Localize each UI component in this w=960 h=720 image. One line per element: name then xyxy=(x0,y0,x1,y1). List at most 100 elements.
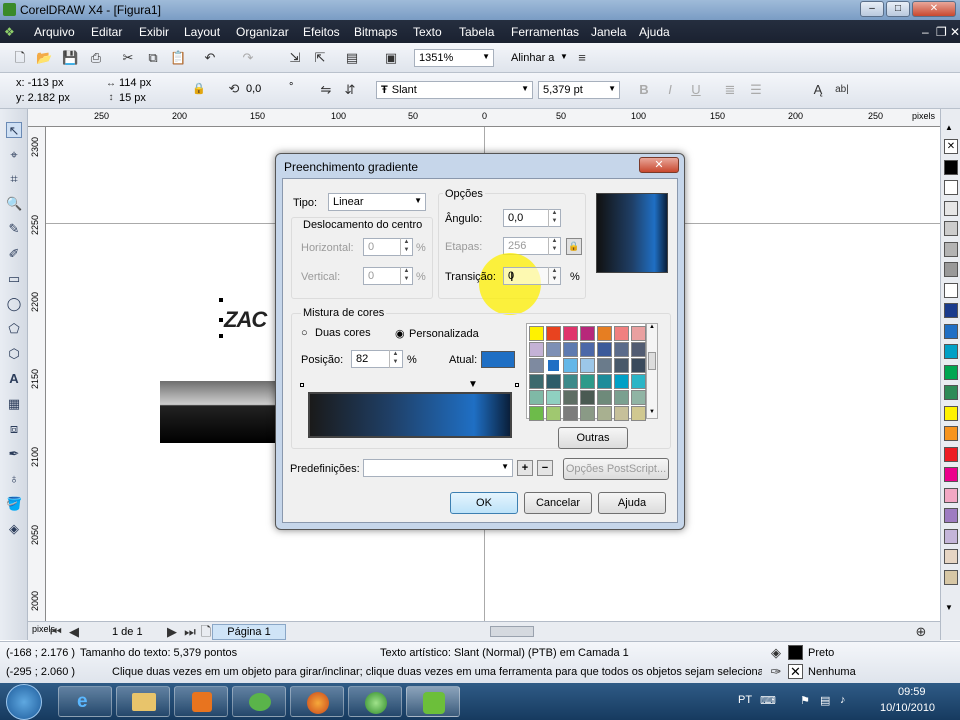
palette-scroll-down-icon[interactable]: ▼ xyxy=(945,603,953,612)
mini-palette-swatch[interactable] xyxy=(597,326,612,341)
font-size-select[interactable]: 5,379 pt ▼ xyxy=(538,81,620,99)
palette-swatch[interactable] xyxy=(944,344,958,359)
mini-palette-swatch[interactable] xyxy=(580,326,595,341)
mini-palette-swatch[interactable] xyxy=(529,358,544,373)
save-icon[interactable]: 💾 xyxy=(62,50,78,66)
network-icon[interactable]: ▤ xyxy=(820,694,830,707)
clock-date[interactable]: 10/10/2010 xyxy=(880,702,935,714)
height-field[interactable]: 15 px xyxy=(115,90,185,108)
menu-organizar[interactable]: Organizar xyxy=(236,25,289,39)
palette-swatch[interactable] xyxy=(944,426,958,441)
two-color-label[interactable]: Duas cores xyxy=(315,327,371,339)
palette-swatch[interactable] xyxy=(944,569,958,585)
custom-radio-icon[interactable]: ◉ xyxy=(395,327,405,340)
palette-swatch[interactable] xyxy=(944,528,958,544)
palette-swatch[interactable] xyxy=(944,180,958,195)
palette-swatch[interactable] xyxy=(944,241,958,257)
menu-editar[interactable]: Editar xyxy=(91,25,122,39)
mini-palette-swatch[interactable] xyxy=(529,326,544,341)
gradient-band[interactable] xyxy=(308,392,512,438)
new-icon[interactable]: 🗋 xyxy=(12,50,28,66)
options-icon[interactable]: ≡ xyxy=(574,50,590,66)
pick-tool-icon[interactable]: ↖ xyxy=(6,122,22,138)
mini-palette-swatch[interactable] xyxy=(563,358,578,373)
vertical-ruler[interactable]: 2300 2250 2200 2150 2100 2050 2000 xyxy=(28,127,46,621)
doc-minimize-icon[interactable]: – xyxy=(922,25,929,39)
outline-swatch[interactable]: ✕ xyxy=(788,664,803,679)
mini-palette-swatch[interactable] xyxy=(631,326,646,341)
flag-icon[interactable]: ⚑ xyxy=(800,694,810,707)
export-icon[interactable]: ⇱ xyxy=(312,50,328,66)
align-to-dropdown-icon[interactable]: ▼ xyxy=(560,52,568,61)
character-format-icon[interactable]: Ą xyxy=(810,82,826,98)
maximize-button[interactable]: □ xyxy=(886,1,910,17)
mini-palette-swatch[interactable] xyxy=(529,390,544,405)
fill-swatch[interactable] xyxy=(788,645,803,660)
mini-palette-swatch[interactable] xyxy=(614,358,629,373)
menu-exibir[interactable]: Exibir xyxy=(139,25,169,39)
palette-swatch[interactable] xyxy=(944,323,958,339)
bold-icon[interactable]: B xyxy=(636,82,652,98)
prev-page-icon[interactable]: ◀ xyxy=(66,624,82,640)
mini-palette-swatch[interactable] xyxy=(597,342,612,357)
coreldraw-taskbar-icon[interactable] xyxy=(406,686,460,717)
others-button[interactable]: Outras xyxy=(558,427,628,449)
mini-palette-swatch[interactable] xyxy=(597,358,612,373)
start-button[interactable] xyxy=(6,684,42,720)
mini-palette-swatch[interactable] xyxy=(597,406,612,421)
welcome-screen-icon[interactable]: ▣ xyxy=(383,50,399,66)
eyedropper-icon[interactable]: ✒ xyxy=(6,446,22,462)
mini-palette-swatch[interactable] xyxy=(529,342,544,357)
ok-button[interactable]: OK xyxy=(450,492,518,514)
end-color-marker[interactable] xyxy=(515,383,519,387)
freehand-tool-icon[interactable]: ✎ xyxy=(6,221,22,237)
palette-swatch[interactable] xyxy=(944,364,958,380)
palette-swatch[interactable] xyxy=(944,549,958,564)
mini-palette-scrollbar[interactable]: ▲ ▼ xyxy=(646,323,658,419)
mini-palette-swatch[interactable] xyxy=(631,374,646,389)
mini-palette-swatch[interactable] xyxy=(614,374,629,389)
ellipse-tool-icon[interactable]: ◯ xyxy=(6,296,22,312)
angle-spinner-icon[interactable]: ▲ ▼ xyxy=(548,209,560,227)
mini-palette-swatch[interactable] xyxy=(563,342,578,357)
messenger-taskbar-icon[interactable] xyxy=(232,686,286,717)
rotation-angle-field[interactable]: 0,0 xyxy=(242,81,286,99)
mini-palette-swatch[interactable] xyxy=(631,406,646,421)
mini-palette-swatch[interactable] xyxy=(580,358,595,373)
two-color-radio-icon[interactable]: ○ xyxy=(301,327,308,339)
next-page-icon[interactable]: ▶ xyxy=(164,624,180,640)
text-align-icon[interactable]: ≣ xyxy=(722,82,738,98)
undo-icon[interactable]: ↶ xyxy=(202,50,218,66)
mini-palette-swatch[interactable] xyxy=(631,342,646,357)
add-preset-icon[interactable]: + xyxy=(517,460,533,476)
horizontal-ruler[interactable]: 250 200 150 100 50 0 50 100 150 200 250 … xyxy=(28,109,940,127)
mini-palette-swatch[interactable] xyxy=(597,390,612,405)
doc-restore-icon[interactable]: ❐ xyxy=(936,25,947,39)
palette-swatch[interactable] xyxy=(944,446,958,462)
y-position-field[interactable]: y: 2.182 px xyxy=(12,90,96,108)
help-button[interactable]: Ajuda xyxy=(598,492,666,514)
menu-bitmaps[interactable]: Bitmaps xyxy=(354,25,397,39)
shape-tool-icon[interactable]: ⌖ xyxy=(6,147,22,163)
palette-swatch[interactable] xyxy=(944,221,958,236)
outline-tool-icon[interactable]: ♁ xyxy=(6,471,22,487)
mini-palette-swatch[interactable] xyxy=(614,406,629,421)
menu-ajuda[interactable]: Ajuda xyxy=(639,25,670,39)
paste-icon[interactable]: 📋 xyxy=(170,50,186,66)
basic-shapes-icon[interactable]: ⬡ xyxy=(6,346,22,362)
palette-swatch[interactable] xyxy=(944,159,958,175)
italic-icon[interactable]: I xyxy=(662,82,678,98)
mini-palette-swatch[interactable] xyxy=(546,358,561,373)
import-icon[interactable]: ⇲ xyxy=(287,50,303,66)
position-marker-icon[interactable]: ▼ xyxy=(468,379,478,390)
start-color-marker[interactable] xyxy=(300,383,304,387)
mini-palette-swatch[interactable] xyxy=(529,406,544,421)
horizontal-scrollbar-thumb[interactable] xyxy=(490,626,534,637)
underline-icon[interactable]: U xyxy=(688,82,704,98)
mini-palette-swatch[interactable] xyxy=(563,326,578,341)
palette-swatch[interactable] xyxy=(944,405,958,421)
palette-swatch[interactable] xyxy=(944,303,958,318)
menu-layout[interactable]: Layout xyxy=(184,25,220,39)
close-button[interactable]: ✕ xyxy=(912,1,956,17)
palette-swatch[interactable] xyxy=(944,467,958,482)
